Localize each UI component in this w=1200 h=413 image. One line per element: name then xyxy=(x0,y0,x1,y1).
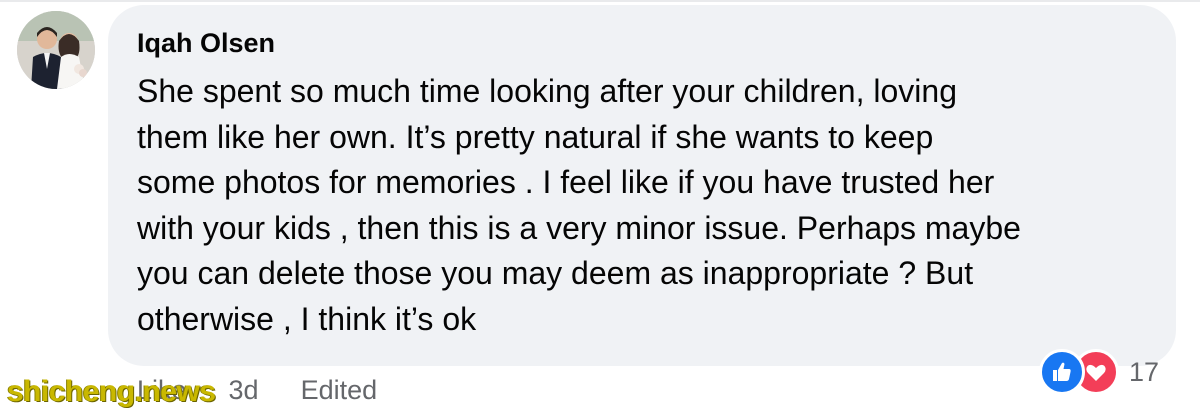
reaction-count: 17 xyxy=(1129,356,1160,387)
comment-timestamp[interactable]: 3d xyxy=(229,375,259,406)
comment-line: otherwise , I think it’s ok xyxy=(137,300,477,337)
comment-line: them like her own. It’s pretty natural i… xyxy=(137,118,934,155)
divider xyxy=(0,0,1200,2)
comment-text: She spent so much time looking after you… xyxy=(137,69,1157,342)
like-icon xyxy=(1039,349,1085,395)
avatar-photo xyxy=(17,11,95,89)
watermark: shicheng.news xyxy=(7,375,216,408)
comment-line: you can delete those you may deem as ina… xyxy=(137,255,974,291)
avatar[interactable] xyxy=(17,11,95,89)
comment-line: some photos for memories . I feel like i… xyxy=(137,164,995,200)
comment-line: She spent so much time looking after you… xyxy=(137,73,957,109)
comment-author[interactable]: Iqah Olsen xyxy=(137,28,275,59)
reaction-summary[interactable]: 17 xyxy=(1039,349,1160,395)
edited-label[interactable]: Edited xyxy=(301,375,378,406)
comment-line: with your kids , then this is a very min… xyxy=(137,209,1021,246)
